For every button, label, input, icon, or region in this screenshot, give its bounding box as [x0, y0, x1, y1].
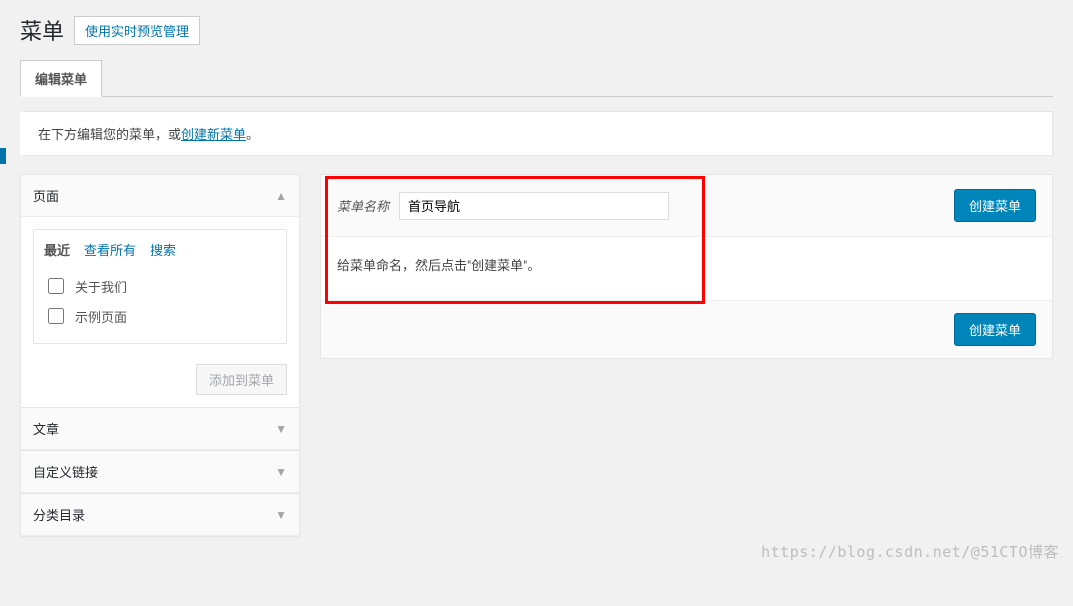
create-new-menu-link[interactable]: 创建新菜单	[181, 128, 246, 143]
caret-down-icon: ▼	[275, 508, 287, 522]
accordion-title-categories: 分类目录	[33, 505, 85, 524]
page-title: 菜单	[20, 14, 64, 46]
menu-name-label: 菜单名称	[337, 196, 389, 215]
page-item-label: 示例页面	[75, 307, 127, 326]
subtab-recent[interactable]: 最近	[44, 240, 70, 259]
subtab-all[interactable]: 查看所有	[84, 240, 136, 259]
notice-bar: 在下方编辑您的菜单，或创建新菜单。	[20, 111, 1053, 156]
accordion-links: 自定义链接 ▼	[20, 450, 300, 494]
notice-text: 在下方编辑您的菜单，或	[38, 128, 181, 143]
accordion-posts: 文章 ▼	[20, 407, 300, 451]
tab-edit-menu[interactable]: 编辑菜单	[20, 60, 102, 97]
accordion-categories: 分类目录 ▼	[20, 493, 300, 537]
page-item[interactable]: 关于我们	[44, 271, 276, 301]
caret-up-icon: ▲	[275, 189, 287, 203]
page-item[interactable]: 示例页面	[44, 301, 276, 331]
accordion-title-links: 自定义链接	[33, 462, 98, 481]
accordion-head-categories[interactable]: 分类目录 ▼	[21, 494, 299, 536]
page-checkbox[interactable]	[48, 308, 64, 324]
accordion-title-posts: 文章	[33, 419, 59, 438]
menu-name-input[interactable]	[399, 192, 669, 220]
menu-instruction-text: 给菜单命名，然后点击"创建菜单"。	[337, 259, 540, 274]
menu-settings-panel: 菜单名称 创建菜单 给菜单命名，然后点击"创建菜单"。 创建菜单	[320, 174, 1053, 359]
accordion-head-pages[interactable]: 页面 ▲	[21, 175, 299, 217]
left-accent-marker	[0, 148, 6, 164]
live-preview-button[interactable]: 使用实时预览管理	[74, 16, 200, 45]
notice-suffix: 。	[246, 128, 259, 143]
add-to-menu-button[interactable]: 添加到菜单	[196, 364, 287, 395]
accordion-head-posts[interactable]: 文章 ▼	[21, 408, 299, 450]
caret-down-icon: ▼	[275, 465, 287, 479]
page-checkbox[interactable]	[48, 278, 64, 294]
create-menu-button-top[interactable]: 创建菜单	[954, 189, 1036, 222]
accordion-head-links[interactable]: 自定义链接 ▼	[21, 451, 299, 493]
accordion-pages: 页面 ▲ 最近 查看所有 搜索 关于我们	[20, 174, 300, 408]
page-item-label: 关于我们	[75, 277, 127, 296]
caret-down-icon: ▼	[275, 422, 287, 436]
subtab-search[interactable]: 搜索	[150, 240, 176, 259]
accordion-title-pages: 页面	[33, 186, 59, 205]
tab-bar: 编辑菜单	[20, 60, 1053, 97]
create-menu-button-bottom[interactable]: 创建菜单	[954, 313, 1036, 346]
